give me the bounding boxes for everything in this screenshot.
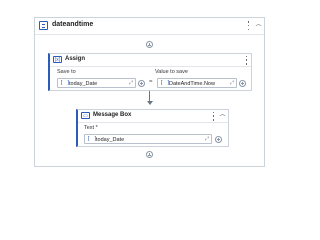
sequence-header[interactable]: dateandtime ︿ [35, 18, 264, 35]
equals-sign: = [149, 79, 153, 85]
save-to-value: today_Date [69, 80, 98, 87]
assign-icon: (x) [53, 56, 62, 63]
add-activity-top-icon[interactable] [146, 41, 153, 48]
text-field[interactable]: [ ] today_Date ⤢ [84, 134, 212, 144]
save-to-field[interactable]: [ ] today_Date ⤢ [57, 78, 136, 88]
text-label: Text * [84, 125, 98, 131]
assign-activity-card[interactable]: (x) Assign Save to Value to save [ ] tod… [48, 53, 252, 91]
flow-arrow-icon [146, 101, 153, 105]
sequence-icon [39, 21, 48, 30]
text-add-icon[interactable] [215, 135, 222, 143]
expand-icon[interactable]: ⤢ [205, 136, 209, 142]
save-to-label: Save to [57, 69, 76, 75]
message-box-header: ▭ Message Box ︿ [78, 110, 228, 123]
message-box-activity-card[interactable]: ▭ Message Box ︿ Text * [ ] today_Date ⤢ [76, 109, 229, 147]
save-to-add-icon[interactable] [138, 79, 145, 87]
message-box-icon: ▭ [81, 112, 90, 119]
assign-title: Assign [65, 56, 86, 62]
message-box-collapse-icon[interactable]: ︿ [219, 111, 226, 120]
sequence-title: dateandtime [52, 21, 94, 28]
sequence-collapse-icon[interactable]: ︿ [255, 21, 262, 30]
message-box-menu-icon[interactable] [212, 111, 215, 121]
sequence-container: dateandtime ︿ (x) Assign Save to Value t… [34, 17, 265, 167]
assign-menu-icon[interactable] [245, 55, 248, 65]
message-box-title: Message Box [93, 112, 132, 118]
value-to-save-label: Value to save [155, 69, 188, 75]
text-value: today_Date [96, 136, 125, 143]
value-add-icon[interactable] [239, 79, 246, 87]
value-to-save-value: DateAndTime.Now [169, 80, 215, 87]
expand-icon[interactable]: ⤢ [129, 80, 133, 86]
add-activity-bottom-icon[interactable] [146, 151, 153, 158]
assign-header: (x) Assign [50, 54, 251, 67]
value-to-save-field[interactable]: [ ] DateAndTime.Now ⤢ [157, 78, 237, 88]
sequence-menu-icon[interactable] [247, 21, 250, 30]
expand-icon[interactable]: ⤢ [230, 80, 234, 86]
